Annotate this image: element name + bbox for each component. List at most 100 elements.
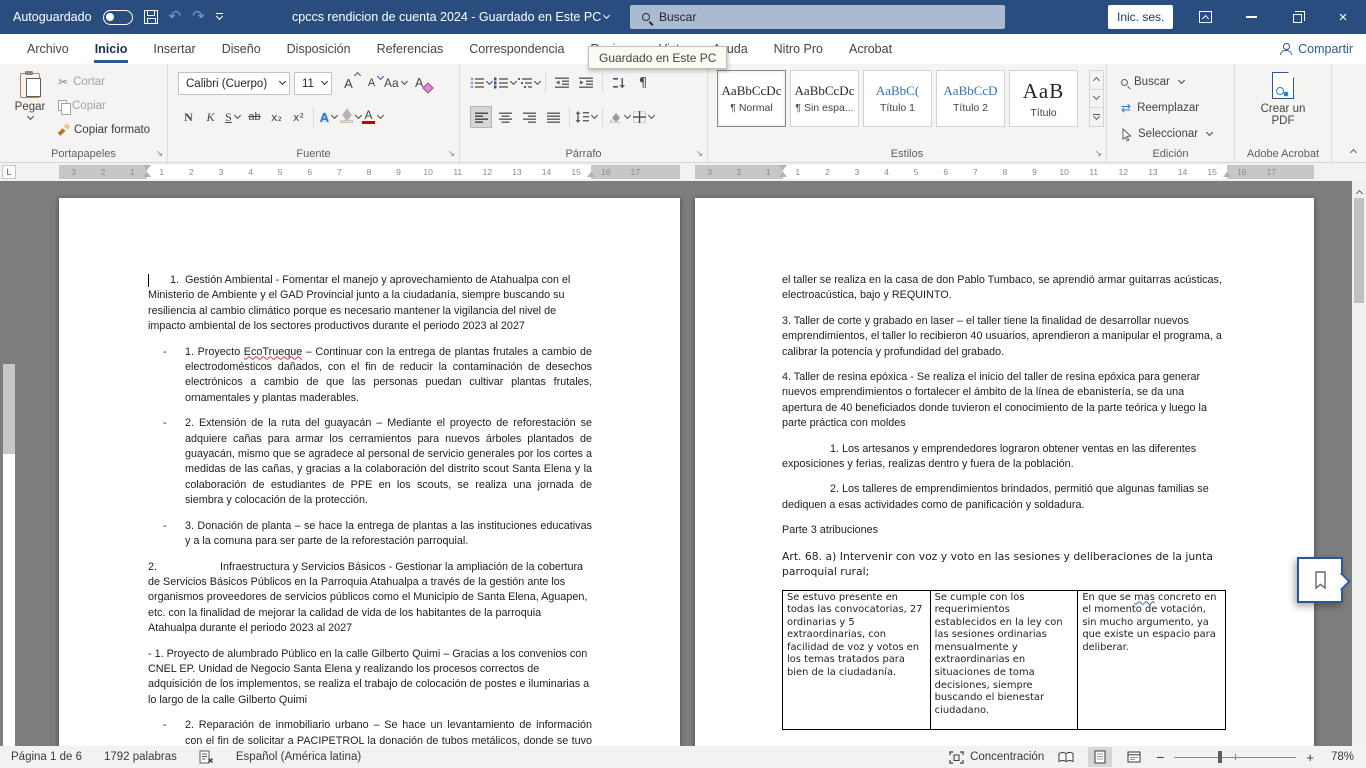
paragraph[interactable]: 3. Taller de corte y grabado en laser – …	[782, 314, 1226, 360]
numbered-list-button[interactable]	[494, 72, 516, 94]
share-button[interactable]: Compartir	[1279, 34, 1353, 64]
hanging-indent-marker[interactable]	[779, 172, 787, 177]
find-button[interactable]: Buscar	[1121, 72, 1184, 92]
borders-button[interactable]	[632, 106, 654, 128]
shrink-font-button[interactable]: A	[361, 72, 382, 94]
paragraph[interactable]: - 1. Proyecto de alumbrado Público en la…	[148, 647, 592, 709]
bold-button[interactable]: N	[178, 106, 199, 128]
bullet-list-button[interactable]	[470, 72, 492, 94]
style-card[interactable]: AaBbCcDc ¶ Sin espa...	[790, 70, 859, 127]
paragraph[interactable]: 2. Extensión de la ruta del guayacán – M…	[148, 416, 592, 508]
paste-button[interactable]: Pegar	[8, 71, 52, 147]
document-area[interactable]: 1. Gestión Ambiental - Fomentar el manej…	[0, 181, 1366, 746]
align-center-button[interactable]	[494, 106, 516, 128]
paste-dropdown-icon[interactable]	[26, 113, 33, 120]
cut-button[interactable]: ✂Cortar	[58, 72, 150, 91]
ribbon-display-button[interactable]	[1182, 0, 1228, 34]
text-effects-button[interactable]: A	[318, 106, 339, 128]
hanging-indent-marker[interactable]	[143, 172, 151, 177]
zoom-out-button[interactable]: −	[1156, 749, 1164, 765]
ruler-page1[interactable]: 321 123456789101112131415 1617	[59, 165, 680, 179]
line-spacing-button[interactable]	[575, 106, 597, 128]
restore-button[interactable]	[1274, 0, 1320, 34]
sign-in-button[interactable]: Inic. ses.	[1108, 5, 1173, 29]
sort-button[interactable]	[608, 72, 630, 94]
menu-tab[interactable]: Diseño	[209, 34, 274, 64]
zoom-slider-thumb[interactable]	[1218, 751, 1222, 763]
document-title[interactable]: cpccs rendicion de cuenta 2024 - Guardad…	[292, 0, 609, 34]
menu-tab[interactable]: Disposición	[274, 34, 364, 64]
ruler-page2[interactable]: 321 123456789101112131415 1617	[695, 165, 1314, 179]
paragraph[interactable]: 2. Infraestructura y Servicios Básicos -…	[148, 560, 592, 637]
document-page-1[interactable]: 1. Gestión Ambiental - Fomentar el manej…	[59, 198, 680, 746]
web-layout-button[interactable]	[1122, 747, 1146, 767]
menu-tab[interactable]: Correspondencia	[456, 34, 577, 64]
change-case-button[interactable]: Aa	[384, 72, 407, 94]
paragraph[interactable]: Parte 3 atribuciones	[782, 523, 1226, 538]
menu-tab[interactable]: Insertar	[140, 34, 208, 64]
highlight-color-button[interactable]	[340, 106, 361, 128]
menu-tab[interactable]: Archivo	[14, 34, 82, 64]
paragraph[interactable]: el taller se realiza en la casa de don P…	[782, 273, 1226, 304]
gallery-more-icon[interactable]	[1089, 108, 1104, 127]
table-cell[interactable]: En que se mas concreto en el momento de …	[1078, 590, 1226, 730]
align-right-button[interactable]	[518, 106, 540, 128]
table-cell[interactable]: Se estuvo presente en todas las convocat…	[783, 590, 931, 730]
font-dialog-launcher-icon[interactable]: ↘	[447, 148, 455, 159]
word-count[interactable]: 1792 palabras	[104, 751, 177, 763]
menu-tab[interactable]: Inicio	[82, 34, 141, 64]
menu-tab[interactable]: Referencias	[364, 34, 457, 64]
create-pdf-button[interactable]: Crear un PDF	[1249, 72, 1317, 127]
list-item[interactable]: 1. Proyecto EcoTrueque – Continuar con l…	[148, 345, 592, 407]
first-line-indent-marker[interactable]	[143, 165, 151, 170]
copy-button[interactable]: Copiar	[58, 96, 150, 115]
increase-indent-button[interactable]	[575, 72, 597, 94]
show-marks-button[interactable]: ¶	[632, 72, 654, 94]
strikethrough-button[interactable]: ab	[244, 106, 265, 128]
save-icon[interactable]	[144, 10, 158, 24]
document-page-2[interactable]: el taller se realiza en la casa de don P…	[695, 198, 1314, 746]
subscript-button[interactable]: x₂	[266, 106, 287, 128]
close-button[interactable]: ×	[1320, 0, 1366, 34]
autosave-toggle[interactable]	[103, 10, 133, 25]
paragraph[interactable]: 1. Gestión Ambiental - Fomentar el manej…	[148, 273, 592, 335]
replace-button[interactable]: ⇄Reemplazar	[1121, 98, 1199, 118]
read-mode-button[interactable]	[1054, 747, 1078, 767]
collapse-ribbon-icon[interactable]	[1348, 143, 1356, 157]
redo-icon[interactable]: ↷	[192, 10, 205, 24]
table-cell[interactable]: Se cumple con los requerimientos estable…	[930, 590, 1078, 730]
paragraph[interactable]: Art. 68. a) Intervenir con voz y voto en…	[782, 549, 1226, 580]
undo-icon[interactable]: ↶	[169, 10, 182, 24]
styles-dialog-launcher-icon[interactable]: ↘	[1094, 148, 1102, 159]
search-box[interactable]: Buscar	[630, 5, 1005, 29]
zoom-in-button[interactable]: +	[1306, 750, 1314, 765]
decrease-indent-button[interactable]	[551, 72, 573, 94]
customize-toolbar-icon[interactable]	[216, 13, 223, 21]
menu-tab[interactable]: Acrobat	[836, 34, 905, 64]
resume-reading-bookmark[interactable]	[1297, 557, 1343, 603]
gallery-down-icon[interactable]	[1089, 90, 1104, 109]
format-painter-button[interactable]: Copiar formato	[58, 120, 150, 139]
menu-tab[interactable]: Nitro Pro	[761, 34, 836, 64]
shading-button[interactable]	[608, 106, 630, 128]
paragraph[interactable]: 2. Reparación de inmobiliario urbano – S…	[148, 718, 592, 746]
zoom-percentage[interactable]: 78%	[1324, 751, 1354, 763]
language-indicator[interactable]: Español (América latina)	[236, 751, 361, 763]
justify-button[interactable]	[542, 106, 564, 128]
select-button[interactable]: Seleccionar	[1121, 124, 1212, 144]
clear-formatting-button[interactable]: A	[409, 72, 430, 94]
print-layout-button[interactable]	[1088, 747, 1112, 767]
right-indent-marker[interactable]	[587, 172, 595, 177]
font-color-button[interactable]: A	[362, 106, 383, 128]
paragraph-dialog-launcher-icon[interactable]: ↘	[695, 148, 703, 159]
vertical-scrollbar[interactable]	[1352, 181, 1366, 746]
right-indent-marker[interactable]	[1223, 172, 1231, 177]
multilevel-list-button[interactable]	[518, 72, 540, 94]
zoom-slider[interactable]	[1174, 747, 1296, 767]
first-line-indent-marker[interactable]	[779, 165, 787, 170]
paragraph[interactable]: 3. Donación de planta – se hace la entre…	[148, 519, 592, 550]
paragraph[interactable]: 1. Los artesanos y emprendedores lograro…	[782, 442, 1226, 473]
grow-font-button[interactable]: A	[338, 72, 359, 94]
align-left-button[interactable]	[470, 106, 492, 128]
style-card[interactable]: AaBbC( Título 1	[863, 70, 932, 127]
